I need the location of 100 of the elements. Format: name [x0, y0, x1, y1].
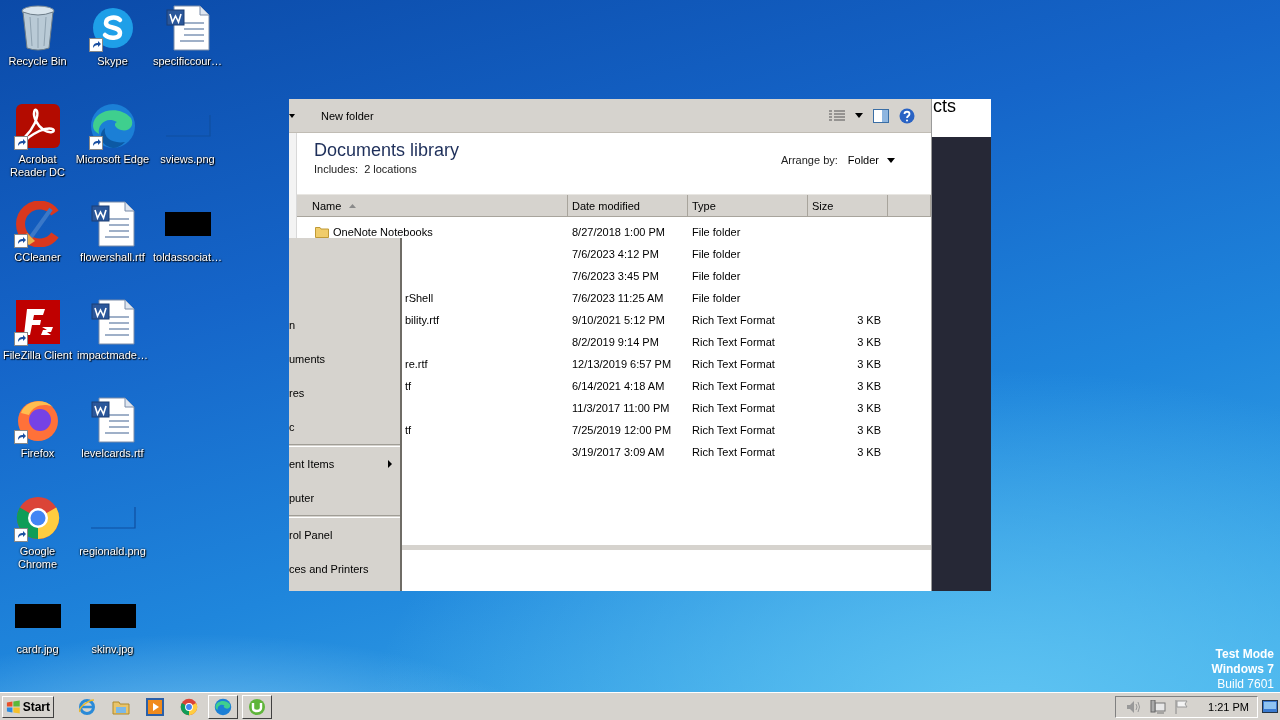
file-type: File folder	[691, 292, 742, 304]
file-type: File folder	[691, 270, 742, 282]
file-type: File folder	[691, 248, 742, 260]
desktop-icon-label[interactable]: toldassociat…	[152, 251, 223, 264]
desktop-icon-label[interactable]: impactmade…	[77, 349, 148, 362]
document-icon	[90, 397, 135, 443]
file-size: 3 KB	[856, 336, 882, 348]
column-header[interactable]: Name	[297, 195, 568, 216]
submenu-arrow-icon	[388, 460, 392, 468]
desktop-icon-label[interactable]: specificcour…	[152, 55, 223, 68]
menu-item[interactable]: n	[289, 308, 400, 342]
menu-item[interactable]: uments	[289, 342, 400, 376]
date-modified: 7/25/2019 12:00 PM	[571, 424, 673, 436]
desktop-icon-label[interactable]: levelcards.rtf	[81, 447, 144, 460]
file-size: 3 KB	[856, 424, 882, 436]
desktop-icon-label[interactable]: Microsoft Edge	[75, 153, 150, 166]
folder-icon	[112, 698, 130, 715]
date-modified: 3/19/2017 3:09 AM	[571, 446, 666, 458]
desktop-icon-label[interactable]: regionald.png	[79, 545, 146, 558]
date-modified: 8/2/2019 9:14 PM	[571, 336, 660, 348]
library-title: Documents library	[314, 139, 461, 161]
desktop-icon-label[interactable]: Firefox	[20, 447, 55, 460]
date-modified: 9/10/2021 5:12 PM	[571, 314, 666, 326]
document-icon	[90, 201, 135, 247]
skype-icon	[90, 6, 135, 50]
media-player-icon	[146, 697, 164, 716]
file-type: Rich Text Format	[691, 336, 776, 348]
arrange-by-dropdown[interactable]: Folder	[847, 154, 895, 166]
file-name[interactable]: tf	[405, 424, 412, 436]
taskbar-app-button[interactable]	[242, 694, 272, 719]
desktop-icon-label[interactable]: CCleaner	[14, 251, 61, 264]
test-mode-notice: Test Mode	[1215, 647, 1274, 662]
image-thumbnail-icon	[89, 604, 136, 628]
edge-icon	[88, 102, 137, 150]
document-icon	[90, 299, 135, 345]
window-title: cts	[933, 99, 956, 113]
file-type: File folder	[691, 226, 742, 238]
file-name[interactable]: bility.rtf	[405, 314, 440, 326]
desktop-icon-label[interactable]: flowershall.rtf	[80, 251, 145, 264]
menu-item[interactable]: rol Panel	[289, 518, 400, 552]
desktop-icon-label[interactable]: cardr.jpg	[16, 643, 59, 656]
date-modified: 7/6/2023 3:45 PM	[571, 270, 660, 282]
file-type: Rich Text Format	[691, 358, 776, 370]
date-modified: 6/14/2021 4:18 AM	[571, 380, 666, 392]
file-name[interactable]: tf	[405, 380, 412, 392]
file-size: 3 KB	[856, 446, 882, 458]
date-modified: 12/13/2019 6:57 PM	[571, 358, 673, 370]
chrome-icon	[180, 697, 198, 716]
caret-icon[interactable]	[289, 113, 295, 118]
new-folder-button[interactable]: New folder	[315, 106, 380, 125]
menu-item[interactable]: c	[289, 410, 400, 444]
caret-icon	[887, 157, 895, 163]
desktop-icon-label[interactable]: Acrobat Reader DC	[0, 153, 75, 179]
network-icon[interactable]	[1150, 699, 1167, 714]
desktop-icon-label[interactable]: Skype	[97, 55, 128, 68]
ccleaner-icon	[14, 201, 61, 247]
column-header[interactable]: Type	[688, 195, 808, 216]
file-type: Rich Text Format	[691, 380, 776, 392]
date-modified: 11/3/2017 11:00 PM	[571, 402, 671, 414]
recycle-bin-icon	[19, 5, 56, 51]
date-modified: 7/6/2023 4:12 PM	[571, 248, 660, 260]
menu-item[interactable]: ces and Printers	[289, 552, 400, 586]
menu-item[interactable]: res	[289, 376, 400, 410]
file-type: Rich Text Format	[691, 424, 776, 436]
date-modified: 7/6/2023 11:25 AM	[571, 292, 665, 304]
acrobat-icon	[14, 103, 61, 149]
test-mode-notice: Build 7601	[1217, 677, 1274, 692]
edge-icon	[214, 697, 232, 716]
desktop-icon-label[interactable]: FileZilla Client	[2, 349, 73, 362]
file-type: Rich Text Format	[691, 402, 776, 414]
caret-icon[interactable]	[855, 113, 863, 118]
sort-arrow-icon	[349, 203, 357, 208]
library-locations-link[interactable]: Includes: 2 locations	[314, 163, 781, 175]
arrange-by-label: Arrange by:	[780, 154, 838, 166]
file-name[interactable]: OneNote Notebooks	[333, 226, 433, 238]
chrome-icon	[14, 495, 61, 541]
image-thumbnail-icon	[89, 506, 136, 530]
desktop-icon-label[interactable]: sviews.png	[160, 153, 215, 166]
column-header[interactable]: Size	[808, 195, 888, 216]
menu-item[interactable]: ent Items	[289, 447, 400, 481]
desktop-icon-label[interactable]: Google Chrome	[0, 545, 75, 571]
date-modified: 8/27/2018 1:00 PM	[571, 226, 666, 238]
filezilla-icon	[14, 299, 61, 345]
preview-pane-icon[interactable]	[873, 108, 889, 123]
column-header[interactable]: Date modified	[568, 195, 688, 216]
menu-item[interactable]: puter	[289, 481, 400, 515]
start-button[interactable]: Start	[2, 695, 54, 718]
show-desktop-icon[interactable]	[1262, 699, 1278, 714]
windows-logo-icon	[6, 699, 21, 714]
image-thumbnail-icon	[164, 212, 211, 236]
image-thumbnail-icon	[14, 604, 61, 628]
desktop-icon-label[interactable]: Recycle Bin	[8, 55, 67, 68]
file-name[interactable]: rShell	[405, 292, 434, 304]
document-icon	[165, 5, 210, 51]
help-icon[interactable]	[899, 107, 915, 124]
clock[interactable]: 1:21 PM	[1208, 700, 1249, 713]
file-name[interactable]: re.rtf	[405, 358, 428, 370]
taskbar-app-button[interactable]	[208, 694, 238, 719]
file-type: Rich Text Format	[691, 446, 776, 458]
utorrent-icon	[248, 697, 266, 716]
